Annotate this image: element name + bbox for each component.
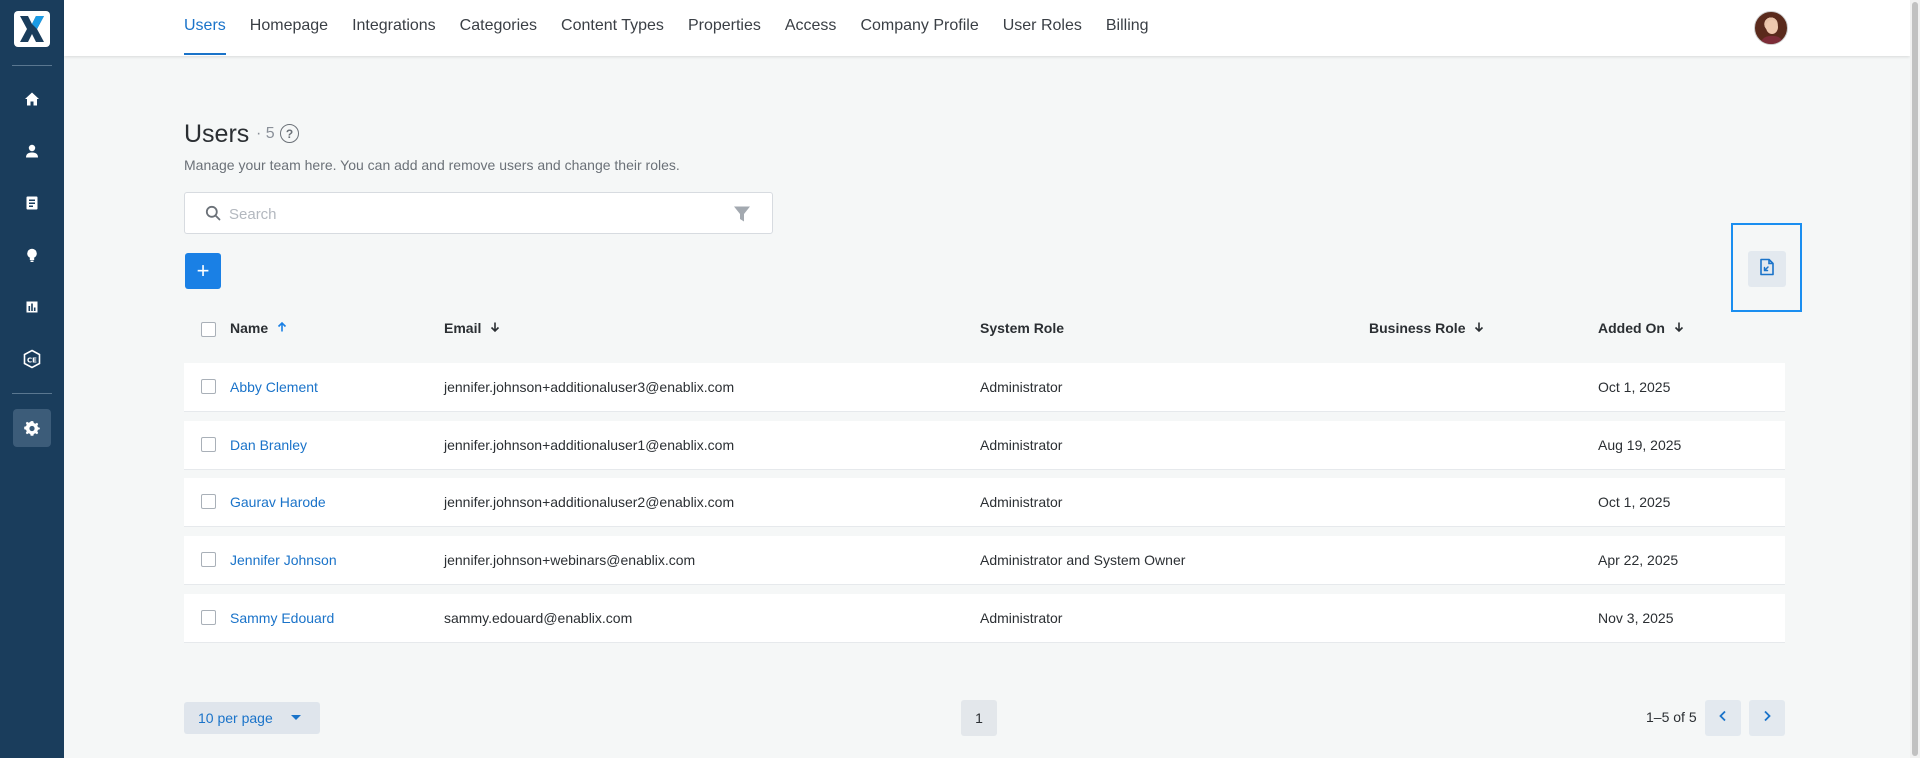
tab-homepage[interactable]: Homepage <box>250 0 328 56</box>
lightbulb-icon[interactable] <box>13 236 51 274</box>
user-added-on: Oct 1, 2025 <box>1598 379 1671 395</box>
home-icon[interactable] <box>13 80 51 118</box>
row-checkbox[interactable] <box>201 610 216 625</box>
table-row[interactable]: Sammy Edouard sammy.edouard@enablix.com … <box>184 594 1785 643</box>
export-file-button[interactable] <box>1748 251 1786 287</box>
help-icon[interactable]: ? <box>280 124 299 143</box>
rail-divider <box>12 393 52 394</box>
user-added-on: Oct 1, 2025 <box>1598 494 1671 510</box>
row-checkbox[interactable] <box>201 379 216 394</box>
table-row[interactable]: Gaurav Harode jennifer.johnson+additiona… <box>184 478 1785 527</box>
ce-badge-icon[interactable]: CE <box>13 340 51 378</box>
select-all-checkbox[interactable] <box>201 322 216 337</box>
row-checkbox[interactable] <box>201 494 216 509</box>
avatar-body <box>1760 36 1784 44</box>
tab-users[interactable]: Users <box>184 0 226 56</box>
user-added-on: Apr 22, 2025 <box>1598 552 1679 568</box>
table-row[interactable]: Dan Branley jennifer.johnson+additionalu… <box>184 421 1785 470</box>
search-input[interactable] <box>229 203 709 225</box>
avatar[interactable] <box>1754 11 1788 45</box>
tab-integrations[interactable]: Integrations <box>352 0 436 56</box>
tab-properties[interactable]: Properties <box>688 0 761 56</box>
tab-content-types[interactable]: Content Types <box>561 0 664 56</box>
column-system-role[interactable]: System Role <box>980 320 1064 336</box>
user-name-link[interactable]: Abby Clement <box>230 379 318 395</box>
svg-text:CE: CE <box>27 356 37 364</box>
document-icon[interactable] <box>13 184 51 222</box>
sort-down-icon[interactable] <box>489 320 501 336</box>
scrollbar-thumb[interactable] <box>1912 2 1918 756</box>
search-icon <box>205 205 221 226</box>
user-count: · 5 <box>256 125 275 142</box>
page-title: Users <box>184 120 250 148</box>
user-email: jennifer.johnson+additionaluser1@enablix… <box>444 437 735 453</box>
tab-categories[interactable]: Categories <box>460 0 537 56</box>
column-business-role[interactable]: Business Role <box>1369 320 1485 336</box>
logo-icon[interactable] <box>14 11 50 47</box>
user-added-on: Nov 3, 2025 <box>1598 610 1674 626</box>
user-email: sammy.edouard@enablix.com <box>444 610 633 626</box>
user-system-role: Administrator <box>980 379 1063 395</box>
chevron-right-icon <box>1762 709 1772 727</box>
page-subtitle: Manage your team here. You can add and r… <box>184 157 680 173</box>
column-label: Added On <box>1598 320 1665 336</box>
column-label: Name <box>230 320 269 336</box>
tab-company-profile[interactable]: Company Profile <box>860 0 978 56</box>
add-user-button[interactable]: + <box>185 253 221 289</box>
user-icon[interactable] <box>13 132 51 170</box>
column-name[interactable]: Name <box>230 320 288 336</box>
chevron-left-icon <box>1718 709 1728 727</box>
per-page-select[interactable]: 10 per page <box>184 702 320 734</box>
bar-chart-icon[interactable] <box>13 288 51 326</box>
column-email[interactable]: Email <box>444 320 501 336</box>
user-added-on: Aug 19, 2025 <box>1598 437 1682 453</box>
per-page-label: 10 per page <box>198 710 273 726</box>
table-header: Name Email System Role Business Role Add… <box>184 312 1785 344</box>
column-label: Email <box>444 320 482 336</box>
left-nav-rail: CE <box>0 0 64 758</box>
tab-user-roles[interactable]: User Roles <box>1003 0 1082 56</box>
user-system-role: Administrator <box>980 494 1063 510</box>
user-system-role: Administrator and System Owner <box>980 552 1186 568</box>
user-name-link[interactable]: Gaurav Harode <box>230 494 326 510</box>
table-row[interactable]: Abby Clement jennifer.johnson+additional… <box>184 363 1785 412</box>
file-export-icon <box>1759 258 1775 281</box>
column-label: System Role <box>980 320 1065 336</box>
next-page-button[interactable] <box>1749 700 1785 736</box>
filter-icon[interactable] <box>733 205 751 228</box>
user-email: jennifer.johnson+additionaluser2@enablix… <box>444 494 735 510</box>
pagination-range: 1–5 of 5 <box>1646 709 1697 725</box>
user-name-link[interactable]: Dan Branley <box>230 437 307 453</box>
top-tab-bar: Users Homepage Integrations Categories C… <box>64 0 1910 56</box>
rail-divider <box>12 65 52 66</box>
previous-page-button[interactable] <box>1705 700 1741 736</box>
tab-billing[interactable]: Billing <box>1106 0 1149 56</box>
user-system-role: Administrator <box>980 610 1063 626</box>
sort-down-icon[interactable] <box>1473 320 1485 336</box>
table-row[interactable]: Jennifer Johnson jennifer.johnson+webina… <box>184 536 1785 585</box>
user-system-role: Administrator <box>980 437 1063 453</box>
caret-down-icon <box>291 715 301 720</box>
row-checkbox[interactable] <box>201 552 216 567</box>
vertical-scrollbar[interactable] <box>1910 0 1920 758</box>
column-added-on[interactable]: Added On <box>1598 320 1685 336</box>
user-name-link[interactable]: Sammy Edouard <box>230 610 334 626</box>
page-number-button[interactable]: 1 <box>961 700 997 736</box>
sort-up-icon[interactable] <box>276 320 288 336</box>
user-email: jennifer.johnson+additionaluser3@enablix… <box>444 379 735 395</box>
column-label: Business Role <box>1369 320 1466 336</box>
search-box <box>184 192 773 234</box>
row-checkbox[interactable] <box>201 437 216 452</box>
user-name-link[interactable]: Jennifer Johnson <box>230 552 337 568</box>
tab-access[interactable]: Access <box>785 0 837 56</box>
user-email: jennifer.johnson+webinars@enablix.com <box>444 552 696 568</box>
sort-down-icon[interactable] <box>1673 320 1685 336</box>
settings-tabs: Users Homepage Integrations Categories C… <box>184 0 1173 56</box>
gear-icon[interactable] <box>13 409 51 447</box>
avatar-face <box>1766 20 1778 34</box>
